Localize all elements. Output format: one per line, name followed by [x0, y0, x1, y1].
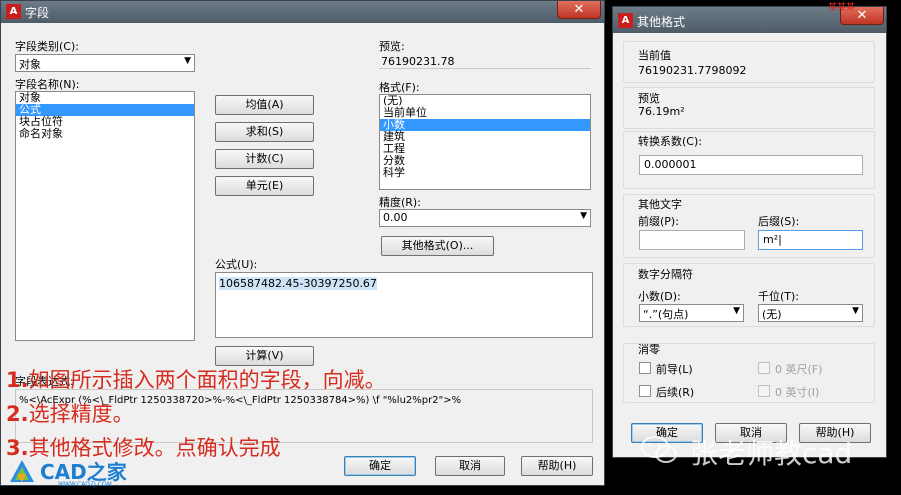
sum-button[interactable]: 求和(S) [215, 122, 314, 142]
annotation-number: 2. [6, 402, 29, 426]
annotation-2: 2.选择精度。 [6, 398, 134, 428]
average-button[interactable]: 均值(A) [215, 95, 314, 115]
other-format-button[interactable]: 其他格式(O)... [381, 236, 494, 256]
autocad-icon: A [6, 4, 21, 19]
leading-checkbox[interactable] [639, 362, 651, 374]
other-format-dialog: A 其他格式 ✕ 当前值 76190231.7798092 预览 76.19m²… [612, 6, 887, 458]
format-item[interactable]: 工程 [380, 143, 590, 155]
field-name-label: 字段名称(N): [15, 78, 80, 91]
preview-value: 76190231.78 [381, 55, 455, 68]
current-value: 76190231.7798092 [638, 64, 747, 77]
field-category-select[interactable]: 对象 ▼ [15, 54, 195, 72]
corner-text: 某某某 [828, 3, 856, 13]
conversion-input[interactable]: 0.000001 [639, 155, 863, 175]
leading-label: 前导(L) [656, 363, 693, 376]
autocad-icon: A [618, 13, 633, 28]
watermark-text: 张老师教cad [690, 437, 853, 470]
feet-checkbox[interactable] [758, 362, 770, 374]
field-name-item[interactable]: 命名对象 [16, 128, 194, 140]
chevron-down-icon: ▼ [733, 306, 740, 316]
suffix-input[interactable]: m²| [758, 230, 863, 250]
format-list[interactable]: (无) 当前单位 小数 建筑 工程 分数 科学 [379, 94, 591, 190]
precision-select[interactable]: 0.00 ▼ [379, 209, 591, 227]
decimal-value: “.”(句点) [643, 308, 689, 321]
formula-label: 公式(U): [215, 258, 258, 271]
precision-value: 0.00 [383, 211, 408, 224]
trailing-checkbox[interactable] [639, 385, 651, 397]
logo-mark-icon [10, 460, 34, 482]
inches-label: 0 英寸(I) [775, 386, 820, 399]
help-button[interactable]: 帮助(H) [521, 456, 593, 476]
format-item[interactable]: 当前单位 [380, 107, 590, 119]
thousands-label: 千位(T): [758, 290, 800, 303]
decimal-select[interactable]: “.”(句点) ▼ [639, 304, 744, 322]
chevron-down-icon: ▼ [852, 306, 859, 316]
prefix-label: 前缀(P): [638, 215, 679, 228]
count-button[interactable]: 计数(C) [215, 149, 314, 169]
format-item[interactable]: 分数 [380, 155, 590, 167]
evaluate-button[interactable]: 计算(V) [215, 346, 314, 366]
inches-checkbox[interactable] [758, 385, 770, 397]
ok-button[interactable]: 确定 [344, 456, 416, 476]
field-name-list[interactable]: 对象 公式 块占位符 命名对象 [15, 91, 195, 341]
preview-label: 预览: [379, 40, 405, 53]
chevron-down-icon: ▼ [580, 211, 587, 221]
preview-label: 预览 [638, 92, 660, 105]
other-text-label: 其他文字 [638, 198, 682, 211]
format-label: 格式(F): [379, 81, 420, 94]
preview-divider [379, 68, 591, 69]
precision-label: 精度(R): [379, 196, 421, 209]
formula-value: 106587482.45-30397250.67 [219, 277, 377, 290]
other-format-title: 其他格式 [637, 15, 686, 29]
annotation-text: 选择精度。 [28, 402, 134, 426]
annotation-text: 如图所示插入两个面积的字段，向减。 [28, 368, 386, 392]
formula-textarea[interactable]: 106587482.45-30397250.67 [215, 272, 593, 338]
decimal-label: 小数(D): [638, 290, 681, 303]
chevron-down-icon: ▼ [184, 56, 191, 66]
annotation-number: 3. [6, 436, 29, 460]
zero-suppression-label: 消零 [638, 343, 660, 356]
digit-separator-label: 数字分隔符 [638, 268, 693, 281]
conversion-label: 转换系数(C): [638, 135, 702, 148]
preview-value: 76.19m² [638, 105, 685, 118]
cancel-button[interactable]: 取消 [435, 456, 505, 476]
field-dialog-title: 字段 [25, 6, 50, 20]
thousands-select[interactable]: (无) ▼ [758, 304, 863, 322]
suffix-label: 后缀(S): [758, 215, 800, 228]
trailing-label: 后续(R) [656, 386, 695, 399]
field-category-value: 对象 [19, 58, 41, 71]
format-item[interactable]: 建筑 [380, 131, 590, 143]
current-value-label: 当前值 [638, 49, 671, 62]
close-button[interactable]: ✕ [557, 1, 601, 19]
field-dialog-titlebar[interactable]: A 字段 ✕ [1, 1, 604, 23]
feet-label: 0 英尺(F) [775, 363, 823, 376]
format-item[interactable]: 科学 [380, 167, 590, 179]
wechat-icon [641, 436, 677, 463]
logo-url: WWW.CADZJ.COM [58, 481, 112, 488]
format-item-selected[interactable]: 小数 [380, 119, 590, 131]
prefix-input[interactable] [639, 230, 745, 250]
cell-button[interactable]: 单元(E) [215, 176, 314, 196]
watermark: 张老师教cad [640, 420, 900, 480]
annotation-1: 1.如图所示插入两个面积的字段，向减。 [6, 364, 386, 394]
annotation-number: 1. [6, 368, 29, 392]
field-category-label: 字段类别(C): [15, 40, 79, 53]
field-name-item[interactable]: 对象 [16, 92, 194, 104]
thousands-value: (无) [762, 308, 782, 321]
